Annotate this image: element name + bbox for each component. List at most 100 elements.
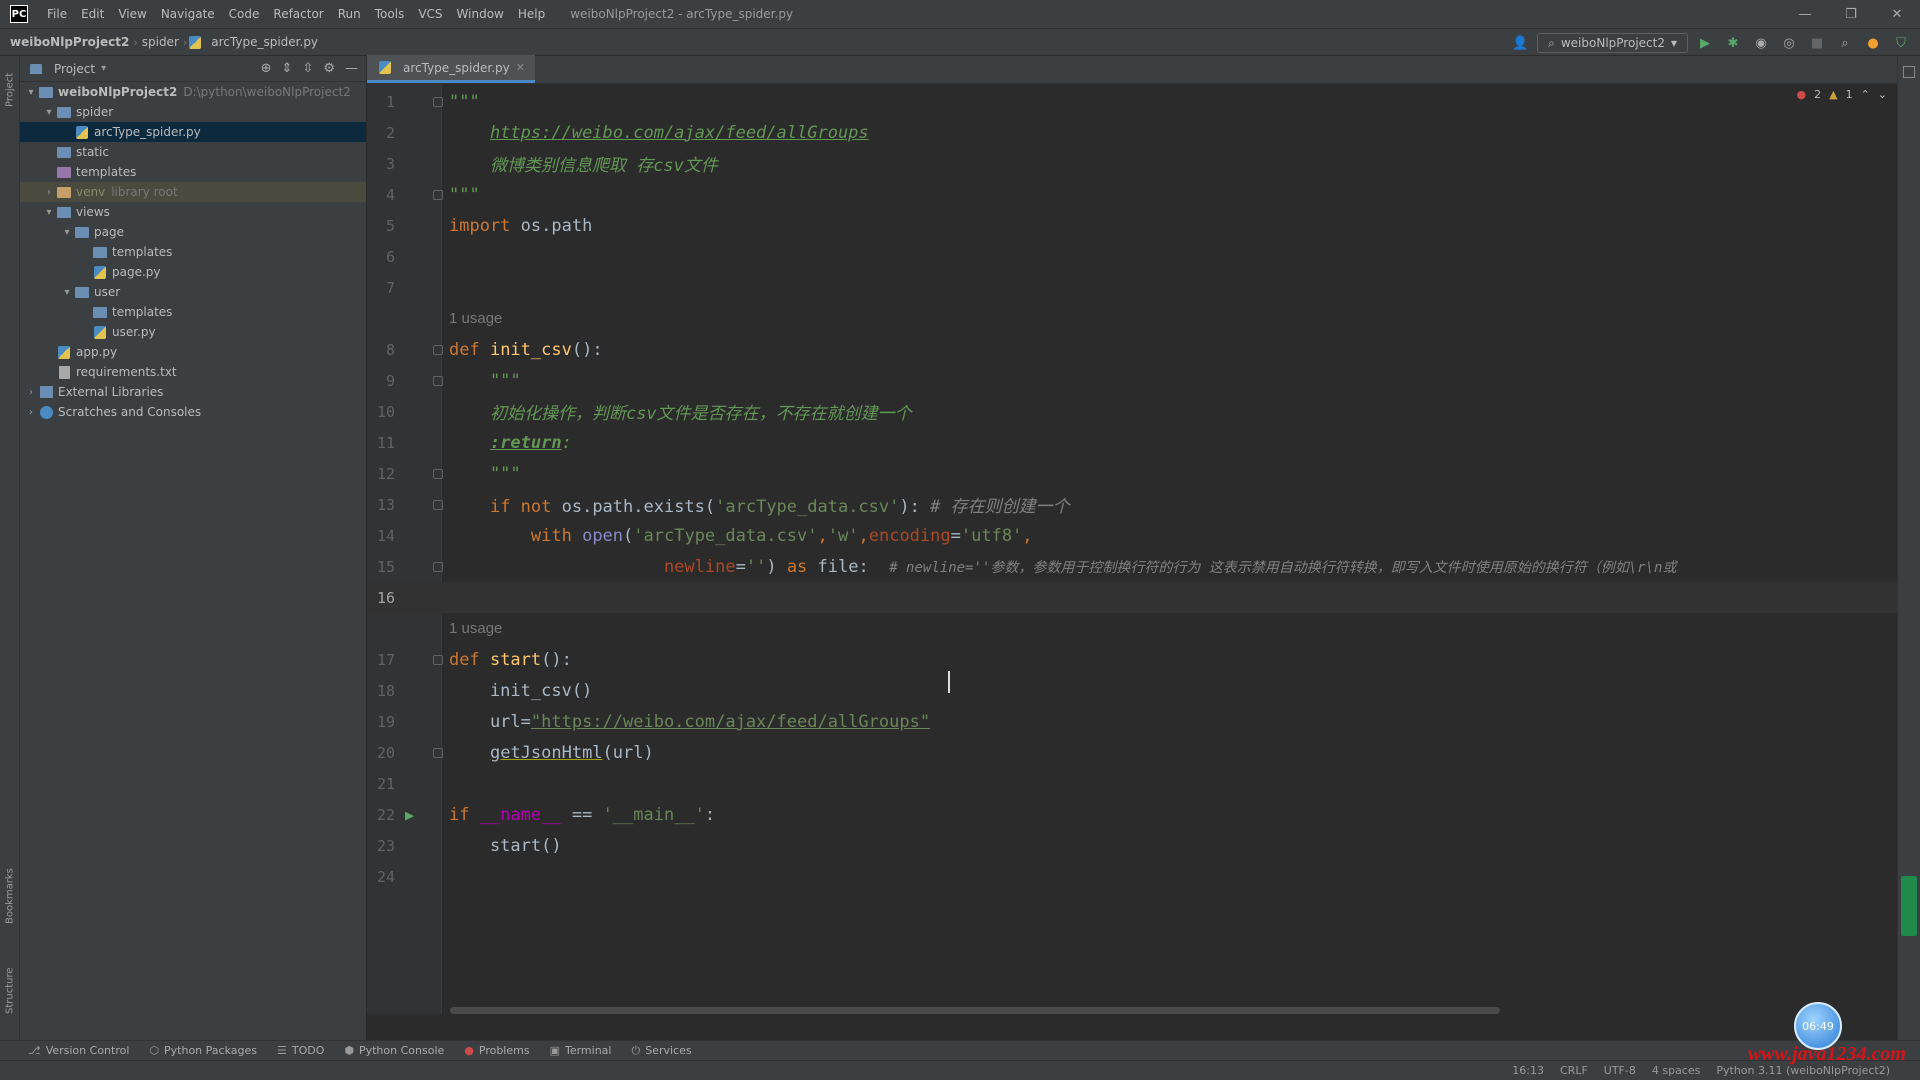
menu-run[interactable]: Run [331, 7, 368, 21]
tree-item[interactable]: templates [20, 242, 366, 262]
indent-setting[interactable]: 4 spaces [1652, 1064, 1701, 1077]
menu-code[interactable]: Code [222, 7, 267, 21]
stop-icon[interactable]: ■ [1806, 32, 1828, 54]
hide-panel-icon[interactable]: — [345, 61, 358, 76]
code-line[interactable]: 19 url="https://weibo.com/ajax/feed/allG… [367, 706, 1897, 737]
expand-arrow-icon[interactable]: ▾ [42, 207, 56, 218]
fold-marker-icon[interactable] [433, 345, 443, 355]
code-line[interactable]: 15 newline='') as file: # newline=''参数，参… [367, 551, 1897, 582]
code-line[interactable]: 17 def start(): [367, 644, 1897, 675]
expand-arrow-icon[interactable]: ▾ [24, 87, 38, 98]
code-line[interactable]: 9 """ [367, 365, 1897, 396]
minimize-button[interactable]: — [1782, 0, 1828, 28]
fold-marker-icon[interactable] [433, 655, 443, 665]
docstring-url[interactable]: https://weibo.com/ajax/feed/allGroups [490, 123, 869, 143]
notifications-icon[interactable] [1903, 66, 1915, 78]
menu-vcs[interactable]: VCS [411, 7, 449, 21]
breadcrumb-file[interactable]: arcType_spider.py [207, 35, 322, 49]
file-encoding[interactable]: UTF-8 [1604, 1064, 1636, 1077]
locate-file-icon[interactable]: ⊕ [261, 61, 272, 76]
tree-item[interactable]: › External Libraries [20, 382, 366, 402]
string-literal[interactable]: "https://weibo.com/ajax/feed/allGroups" [531, 712, 930, 732]
expand-arrow-icon[interactable]: ▾ [60, 227, 74, 238]
menu-navigate[interactable]: Navigate [154, 7, 222, 21]
code-editor[interactable]: ● 2 ▲ 1 ⌃ ⌄ 1 """ 2 https://weibo.com/aj… [367, 84, 1897, 1014]
fold-marker-icon[interactable] [433, 748, 443, 758]
menu-window[interactable]: Window [450, 7, 511, 21]
tree-item[interactable]: user.py [20, 322, 366, 342]
run-icon[interactable]: ▶ [1694, 32, 1716, 54]
tree-item[interactable]: templates [20, 162, 366, 182]
gear-icon[interactable]: ⚙ [323, 61, 335, 76]
menu-refactor[interactable]: Refactor [266, 7, 330, 21]
expand-arrow-icon[interactable]: ▾ [60, 287, 74, 298]
services-tab[interactable]: ⏻ Services [631, 1044, 691, 1058]
search-icon[interactable]: ⌕ [1834, 32, 1856, 54]
collapse-all-icon[interactable]: ⇳ [302, 61, 313, 76]
code-line[interactable]: 8 def init_csv(): [367, 334, 1897, 365]
bookmarks-tool-tab[interactable]: Bookmarks [1, 856, 19, 936]
menu-file[interactable]: File [40, 7, 74, 21]
version-control-tab[interactable]: ⎇ Version Control [28, 1044, 129, 1057]
menu-tools[interactable]: Tools [368, 7, 412, 21]
profile-icon[interactable]: ◎ [1778, 32, 1800, 54]
expand-arrow-icon[interactable]: › [24, 407, 38, 418]
horizontal-scrollbar[interactable] [450, 1007, 1500, 1014]
pycharm-logo-icon[interactable]: PC [10, 5, 28, 23]
tree-item[interactable]: templates [20, 302, 366, 322]
code-line[interactable]: 6 [367, 241, 1897, 272]
terminal-tab[interactable]: ▣ Terminal [550, 1044, 612, 1057]
code-line[interactable]: 22 ▶ if __name__ == '__main__': [367, 799, 1897, 830]
fold-marker-icon[interactable] [433, 469, 443, 479]
fold-marker-icon[interactable] [433, 500, 443, 510]
project-tool-tab[interactable]: Project [1, 60, 19, 120]
problems-tab[interactable]: ● Problems [464, 1044, 529, 1057]
tree-item[interactable]: page.py [20, 262, 366, 282]
caret-position[interactable]: 16:13 [1512, 1064, 1544, 1077]
expand-all-icon[interactable]: ⇕ [282, 61, 293, 76]
fold-marker-icon[interactable] [433, 376, 443, 386]
todo-tab[interactable]: ☰ TODO [277, 1044, 324, 1057]
fold-marker-icon[interactable] [433, 190, 443, 200]
code-line[interactable]: 4 """ [367, 179, 1897, 210]
close-tab-icon[interactable]: ✕ [516, 61, 525, 74]
code-line[interactable]: 1 """ [367, 86, 1897, 117]
code-line[interactable]: 5 import os.path [367, 210, 1897, 241]
code-line[interactable]: 21 [367, 768, 1897, 799]
user-icon[interactable]: 👤 [1509, 32, 1531, 54]
code-line[interactable]: 18 init_csv() [367, 675, 1897, 706]
breadcrumb-folder[interactable]: spider [138, 35, 183, 49]
code-line-current[interactable]: 16 [367, 582, 1897, 613]
tree-item[interactable]: › Scratches and Consoles [20, 402, 366, 422]
tree-item[interactable]: requirements.txt [20, 362, 366, 382]
project-title[interactable]: Project [54, 62, 95, 76]
code-line[interactable]: 14 with open('arcType_data.csv','w',enco… [367, 520, 1897, 551]
code-line[interactable]: 10 初始化操作，判断csv文件是否存在，不存在就创建一个 [367, 396, 1897, 427]
restore-button[interactable]: ❐ [1828, 0, 1874, 28]
tree-item[interactable]: ▾ page [20, 222, 366, 242]
tree-item[interactable]: ▾ spider [20, 102, 366, 122]
tree-item[interactable]: static [20, 142, 366, 162]
updates-icon[interactable]: ● [1862, 32, 1884, 54]
tree-item[interactable]: ▾ weiboNlpProject2 D:\python\weiboNlpProje… [20, 82, 366, 102]
code-line[interactable]: 23 start() [367, 830, 1897, 861]
menu-view[interactable]: View [111, 7, 153, 21]
tree-item[interactable]: › venv library root [20, 182, 366, 202]
code-line[interactable]: 20 getJsonHtml(url) [367, 737, 1897, 768]
tree-item[interactable]: ▾ user [20, 282, 366, 302]
tree-item[interactable]: arcType_spider.py [20, 122, 366, 142]
ai-assistant-icon[interactable] [1901, 876, 1917, 936]
code-line[interactable]: 7 [367, 272, 1897, 303]
fold-marker-icon[interactable] [433, 562, 443, 572]
menu-help[interactable]: Help [511, 7, 552, 21]
structure-tool-tab[interactable]: Structure [1, 956, 19, 1026]
expand-arrow-icon[interactable]: › [24, 387, 38, 398]
close-window-button[interactable]: ✕ [1874, 0, 1920, 28]
tree-item[interactable]: app.py [20, 342, 366, 362]
menu-edit[interactable]: Edit [74, 7, 111, 21]
run-gutter-icon[interactable]: ▶ [405, 806, 414, 824]
chevron-down-icon[interactable]: ▾ [101, 63, 106, 74]
code-line[interactable]: 13 if not os.path.exists('arcType_data.c… [367, 489, 1897, 520]
tree-item[interactable]: ▾ views [20, 202, 366, 222]
coverage-icon[interactable]: ◉ [1750, 32, 1772, 54]
